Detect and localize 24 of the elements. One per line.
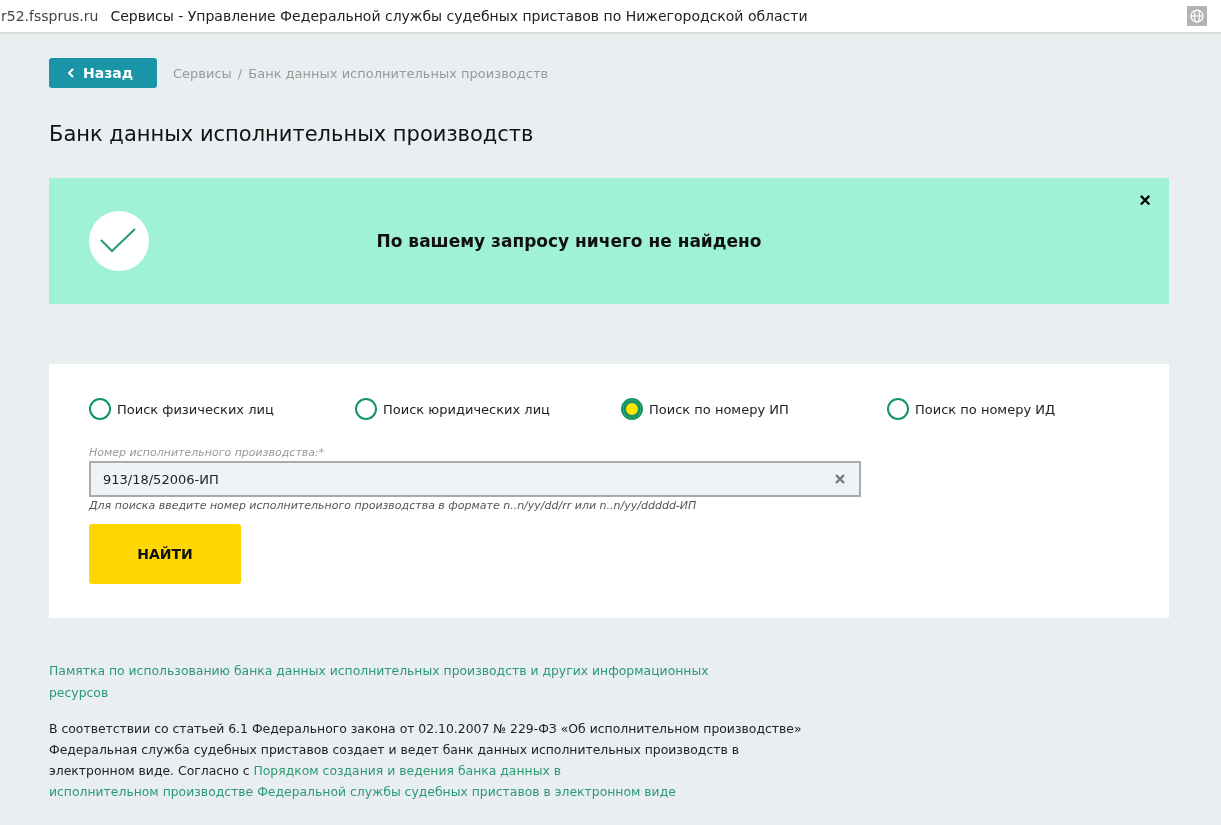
clear-icon[interactable] xyxy=(835,474,845,484)
chevron-left-icon xyxy=(67,68,75,78)
page-tab-title: Сервисы - Управление Федеральной службы судебных приставов по Нижегородской области xyxy=(110,8,809,24)
close-button[interactable]: × xyxy=(1139,190,1151,210)
page-title: Банк данных исполнительных производств xyxy=(49,122,535,146)
field-hint: Для поиска введите номер исполнительного производства в формате n..n/yy/dd/rr или n..n/yy/ddddd-ИП xyxy=(89,499,698,512)
alert-message: По вашему запросу ничего не найдено xyxy=(375,231,763,251)
radio-button[interactable] xyxy=(621,398,643,420)
radio-option[interactable]: Поиск по номеру ИД xyxy=(887,398,1129,420)
radio-option[interactable]: Поиск юридических лиц xyxy=(355,398,621,420)
info-paragraph: В соответствии со статьей 6.1 Федерального закона от 02.10.2007 № 229-ФЗ «Об исполнительном производстве» Федеральная служба судебных приставов создает и ведет банк данных исполнительных производств в электронном виде. Согласно с Порядком создания и ведения банка данных в исполнительном производстве Федеральной службы судебных приставов в электронном виде xyxy=(49,720,803,801)
globe-icon[interactable] xyxy=(1187,6,1207,26)
radio-option[interactable]: Поиск физических лиц xyxy=(89,398,355,420)
find-button[interactable]: НАЙТИ xyxy=(89,524,241,584)
radio-button[interactable] xyxy=(887,398,909,420)
check-icon xyxy=(89,211,149,271)
breadcrumb-separator: / xyxy=(237,65,243,81)
field-label: Номер исполнительного производства:* xyxy=(89,446,326,459)
radio-button[interactable] xyxy=(89,398,111,420)
back-button[interactable]: Назад xyxy=(49,58,157,88)
radio-button[interactable] xyxy=(355,398,377,420)
radio-option[interactable]: Поиск по номеру ИП xyxy=(621,398,887,420)
url-domain: r52.fssprus.ru xyxy=(1,8,99,24)
input-field[interactable]: 913/18/52006-ИП xyxy=(89,461,861,497)
